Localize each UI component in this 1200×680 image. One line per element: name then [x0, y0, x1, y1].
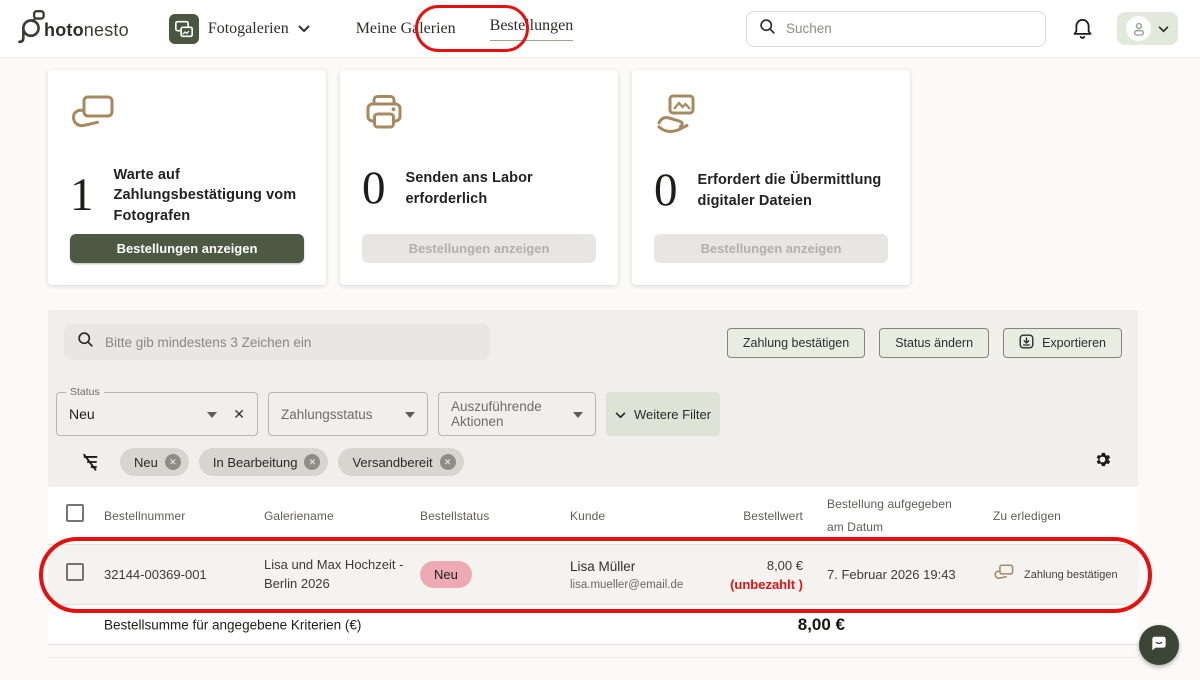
orders-search: [64, 324, 490, 360]
cell-order-value: 8,00 €: [690, 558, 803, 573]
confirm-payment-action[interactable]: Zahlung bestätigen: [975, 563, 1138, 587]
filter-selects: Status Neu ✕ Zahlungsstatus Auszuführend…: [56, 392, 720, 436]
status-filter-value: Neu: [69, 406, 95, 422]
card-count: 0: [654, 167, 678, 214]
order-row[interactable]: 32144-00369-001 Lisa und Max Hochzeit - …: [48, 545, 1138, 605]
card-send-to-lab: 0 Senden ans Labor erforderlich Bestellu…: [340, 70, 618, 285]
cell-customer-name: Lisa Müller: [570, 559, 690, 574]
header-order-status: Bestellstatus: [420, 509, 570, 523]
card-digital-files: 0 Erfordert die Übermittlung digitaler D…: [632, 70, 910, 285]
order-sum-label: Bestellsumme für angegebene Kriterien (€…: [104, 617, 361, 632]
row-checkbox[interactable]: [66, 563, 84, 581]
table-header-row: Bestellnummer Galeriename Bestellstatus …: [48, 487, 1138, 545]
bell-icon[interactable]: [1072, 17, 1093, 40]
export-button[interactable]: Exportieren: [1003, 328, 1122, 358]
nav-item-bestellungen[interactable]: Bestellungen: [490, 17, 574, 41]
app-root: hotonesto Fotogalerien Meine Galerien Be…: [0, 0, 1200, 680]
filter-chip-neu[interactable]: Neu ✕: [120, 448, 189, 476]
summary-cards: 1 Warte auf Zahlungsbestätigung vom Foto…: [48, 70, 910, 285]
nav-item-fotogalerien-label: Fotogalerien: [208, 20, 289, 38]
header-order-date: Bestellung aufgegeben am Datum: [827, 493, 959, 539]
galleries-app-icon: [169, 14, 199, 44]
chat-button[interactable]: [1139, 625, 1179, 665]
chip-close-icon[interactable]: ✕: [165, 454, 181, 470]
cell-gallery-name: Lisa und Max Hochzeit - Berlin 2026: [264, 556, 420, 594]
caret-down-icon: [405, 405, 415, 423]
payment-confirmation-icon: [70, 92, 304, 139]
orders-table: Bestellnummer Galeriename Bestellstatus …: [48, 487, 1138, 645]
orders-search-input[interactable]: [105, 335, 477, 350]
confirm-payment-button[interactable]: Zahlung bestätigen: [727, 328, 865, 358]
payment-status-filter-select[interactable]: Zahlungsstatus: [268, 392, 428, 436]
search-icon: [77, 331, 94, 353]
cell-customer-email: lisa.mueller@email.de: [570, 579, 690, 591]
active-filter-chips: Neu ✕ In Bearbeitung ✕ Versandbereit ✕: [80, 448, 464, 476]
header-todo: Zu erledigen: [975, 509, 1138, 523]
actions-filter-select[interactable]: Auszuführende Aktionen: [438, 392, 596, 436]
chat-icon: [1149, 633, 1169, 658]
card-count: 0: [362, 165, 386, 212]
show-orders-button[interactable]: Bestellungen anzeigen: [70, 234, 304, 263]
more-filters-button[interactable]: Weitere Filter: [606, 392, 720, 436]
chip-close-icon[interactable]: ✕: [440, 454, 456, 470]
header-order-number: Bestellnummer: [104, 509, 264, 523]
filter-chip-in-bearbeitung[interactable]: In Bearbeitung ✕: [199, 448, 329, 476]
bulk-actions: Zahlung bestätigen Status ändern Exporti…: [727, 328, 1122, 358]
chip-close-icon[interactable]: ✕: [304, 454, 320, 470]
card-awaiting-payment: 1 Warte auf Zahlungsbestätigung vom Foto…: [48, 70, 326, 285]
clear-filters-icon[interactable]: [80, 451, 102, 473]
header-customer: Kunde: [570, 509, 690, 523]
filter-panel: Zahlung bestätigen Status ändern Exporti…: [48, 310, 1138, 487]
digital-files-icon: [654, 92, 888, 141]
actions-filter-placeholder: Auszuführende Aktionen: [451, 399, 573, 429]
nav-item-meine-galerien[interactable]: Meine Galerien: [356, 20, 456, 38]
payment-confirmation-icon: [993, 563, 1015, 587]
global-search: [746, 11, 1046, 47]
select-all-checkbox[interactable]: [66, 504, 84, 522]
printer-icon: [362, 92, 596, 139]
change-status-button[interactable]: Status ändern: [879, 328, 989, 358]
user-icon: [1126, 16, 1151, 41]
cell-order-number: 32144-00369-001: [104, 567, 264, 582]
download-icon: [1019, 334, 1034, 352]
cell-payment-status: (unbezahlt ): [690, 577, 803, 592]
show-orders-button-disabled[interactable]: Bestellungen anzeigen: [362, 234, 596, 263]
search-input[interactable]: [786, 21, 1033, 36]
logo-text: hotonesto: [44, 20, 129, 41]
chevron-down-icon: [1158, 20, 1169, 38]
chevron-down-icon: [615, 407, 626, 422]
order-sum-value: 8,00 €: [690, 615, 845, 635]
header-order-value: Bestellwert: [690, 509, 815, 523]
status-filter-label: Status: [66, 386, 104, 398]
chevron-down-icon: [298, 20, 310, 38]
section-divider: [48, 657, 1138, 658]
gear-icon[interactable]: [1093, 450, 1112, 469]
confirm-payment-action-label: Zahlung bestätigen: [1024, 569, 1118, 581]
card-label: Senden ans Labor erforderlich: [406, 168, 597, 209]
payment-status-filter-placeholder: Zahlungsstatus: [281, 407, 373, 422]
filter-chip-versandbereit[interactable]: Versandbereit ✕: [338, 448, 463, 476]
show-orders-button-disabled[interactable]: Bestellungen anzeigen: [654, 234, 888, 263]
logo[interactable]: hotonesto: [14, 6, 129, 51]
user-menu-button[interactable]: [1117, 12, 1178, 45]
header-gallery-name: Galeriename: [264, 509, 420, 523]
status-badge: Neu: [420, 561, 472, 588]
clear-status-filter-icon[interactable]: ✕: [233, 407, 245, 421]
search-icon: [759, 18, 776, 40]
caret-down-icon[interactable]: [207, 405, 217, 423]
card-label: Warte auf Zahlungsbestätigung vom Fotogr…: [114, 165, 305, 226]
status-filter-select[interactable]: Status Neu ✕: [56, 392, 258, 436]
order-sum-row: Bestellsumme für angegebene Kriterien (€…: [48, 605, 1138, 645]
card-count: 1: [70, 172, 94, 219]
navbar: hotonesto Fotogalerien Meine Galerien Be…: [0, 0, 1200, 58]
card-label: Erfordert die Übermittlung digitaler Dat…: [698, 170, 889, 211]
cell-order-date: 7. Februar 2026 19:43: [815, 567, 975, 582]
nav-item-fotogalerien[interactable]: Fotogalerien: [169, 14, 310, 44]
caret-down-icon: [573, 405, 583, 423]
